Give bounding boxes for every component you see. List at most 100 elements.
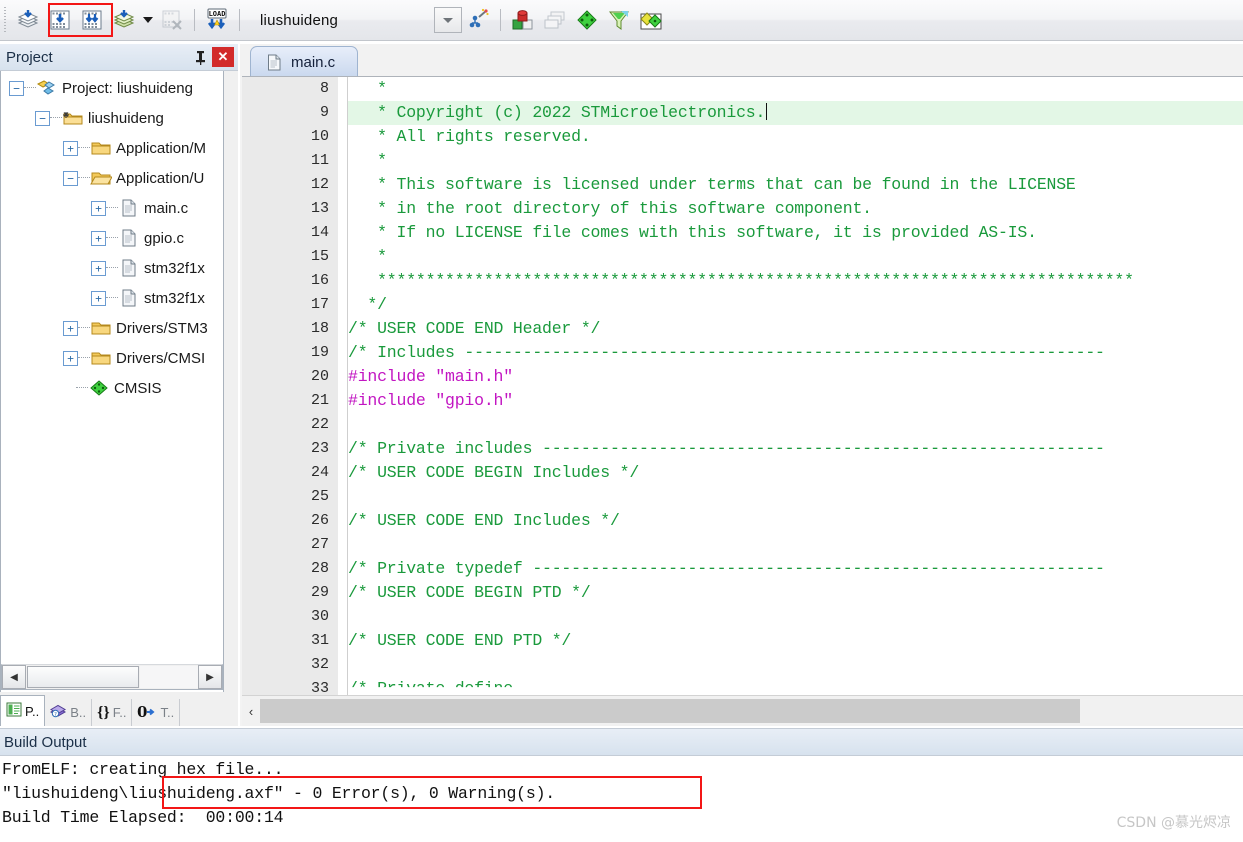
scroll-thumb[interactable] bbox=[260, 699, 1080, 723]
code-line: /* USER CODE BEGIN Includes */ bbox=[348, 463, 640, 482]
expander-icon[interactable]: + bbox=[63, 140, 78, 156]
pack-installer-icon[interactable] bbox=[636, 5, 666, 35]
line-number-gutter: 8 9 10 11 12 13 14 15 16 17 18 19 20 21 … bbox=[242, 77, 339, 697]
line-number: 23 bbox=[310, 440, 329, 457]
line-number: 29 bbox=[310, 584, 329, 601]
expander-icon[interactable]: + bbox=[91, 290, 106, 306]
tree-item-group[interactable]: + Application/M bbox=[1, 133, 223, 163]
code-line: /* USER CODE END PTD */ bbox=[348, 631, 572, 650]
line-number: 20 bbox=[310, 368, 329, 385]
tree-item-file-stm32f1xx-1[interactable]: + stm32f1x bbox=[1, 253, 223, 283]
editor-tab-main-c[interactable]: main.c bbox=[250, 46, 359, 77]
expander-icon[interactable]: + bbox=[63, 350, 78, 366]
components-icon[interactable] bbox=[572, 5, 602, 35]
toolbar-separator bbox=[194, 9, 195, 31]
tab-books[interactable]: ? B.. bbox=[45, 699, 93, 726]
scroll-left-icon[interactable]: ◀ bbox=[2, 665, 26, 689]
code-text-area[interactable]: * * Copyright (c) 2022 STMicroelectronic… bbox=[348, 77, 1243, 695]
line-number: 30 bbox=[310, 608, 329, 625]
tree-connector bbox=[50, 117, 62, 119]
scroll-right-icon[interactable]: ▶ bbox=[198, 665, 222, 689]
code-line: */ bbox=[348, 295, 387, 314]
tab-label: T.. bbox=[160, 705, 175, 720]
build-icon[interactable] bbox=[45, 5, 75, 35]
tab-templates[interactable]: 0 T.. bbox=[132, 699, 181, 726]
line-number: 19 bbox=[310, 344, 329, 361]
code-line: * bbox=[348, 247, 387, 266]
pin-icon[interactable] bbox=[190, 47, 210, 67]
manage-runtime-icon[interactable] bbox=[508, 5, 538, 35]
rebuild-icon[interactable] bbox=[77, 5, 107, 35]
line-number: 10 bbox=[310, 128, 329, 145]
expander-icon[interactable]: + bbox=[63, 320, 78, 336]
target-select-dropdown[interactable] bbox=[434, 7, 462, 33]
tree-label: liushuideng bbox=[88, 109, 164, 127]
tree-connector bbox=[76, 387, 88, 389]
stop-build-icon[interactable] bbox=[157, 5, 187, 35]
expander-icon[interactable]: + bbox=[91, 260, 106, 276]
tree-label: main.c bbox=[144, 199, 189, 217]
books-tab-icon: ? bbox=[50, 704, 67, 722]
translate-icon[interactable] bbox=[13, 5, 43, 35]
scroll-thumb[interactable] bbox=[27, 666, 139, 688]
code-line-text: * Copyright (c) 2022 STMicroelectronics. bbox=[348, 103, 766, 122]
expander-icon[interactable]: − bbox=[63, 170, 78, 186]
tree-connector bbox=[106, 237, 118, 239]
line-number: 28 bbox=[310, 560, 329, 577]
line-number: 18 bbox=[310, 320, 329, 337]
tree-item-group-drivers-cmsis[interactable]: + Drivers/CMSI bbox=[1, 343, 223, 373]
code-line: * This software is licensed under terms … bbox=[348, 175, 1076, 194]
project-tree[interactable]: − Project: liushuideng − liushuideng + A… bbox=[0, 71, 224, 700]
build-result-highlight bbox=[162, 776, 702, 809]
batch-build-icon[interactable] bbox=[109, 5, 139, 35]
tree-item-cmsis[interactable]: CMSIS bbox=[1, 373, 223, 403]
editor-hscrollbar[interactable]: ‹ bbox=[242, 695, 1243, 726]
line-number: 26 bbox=[310, 512, 329, 529]
line-number: 31 bbox=[310, 632, 329, 649]
tree-connector bbox=[78, 357, 90, 359]
tree-connector bbox=[78, 177, 90, 179]
tab-project[interactable]: P.. bbox=[0, 695, 46, 726]
code-line: * bbox=[348, 79, 387, 98]
packs-icon[interactable] bbox=[604, 5, 634, 35]
project-panel-tabs: P.. ? B.. {} F.. 0 T.. bbox=[0, 692, 238, 726]
code-editor[interactable]: 8 9 10 11 12 13 14 15 16 17 18 19 20 21 … bbox=[242, 76, 1243, 727]
tree-item-target[interactable]: − liushuideng bbox=[1, 103, 223, 133]
tree-item-project[interactable]: − Project: liushuideng bbox=[1, 73, 223, 103]
tree-item-group-drivers-stm32[interactable]: + Drivers/STM3 bbox=[1, 313, 223, 343]
batch-build-dropdown-icon[interactable] bbox=[141, 5, 155, 35]
build-output-panel: Build Output FromELF: creating hex file.… bbox=[0, 728, 1243, 842]
functions-tab-icon: {} bbox=[97, 703, 110, 721]
scroll-left-icon[interactable]: ‹ bbox=[242, 697, 260, 725]
target-options-icon[interactable] bbox=[463, 5, 493, 35]
scroll-track[interactable] bbox=[140, 666, 198, 688]
fold-margin bbox=[338, 77, 348, 695]
c-file-icon bbox=[118, 289, 140, 307]
expander-icon[interactable]: + bbox=[91, 230, 106, 246]
code-line: /* USER CODE BEGIN PTD */ bbox=[348, 583, 591, 602]
tree-item-file-main-c[interactable]: + main.c bbox=[1, 193, 223, 223]
close-icon[interactable]: ✕ bbox=[212, 47, 234, 67]
build-output-body[interactable]: FromELF: creating hex file... "liushuide… bbox=[0, 756, 1243, 842]
toolbar-grip[interactable] bbox=[2, 7, 10, 33]
multiproject-icon[interactable] bbox=[540, 5, 570, 35]
watermark-text: CSDN @慕光烬凉 bbox=[1116, 815, 1231, 831]
code-line: * in the root directory of this software… bbox=[348, 199, 872, 218]
tree-item-file-stm32f1xx-2[interactable]: + stm32f1x bbox=[1, 283, 223, 313]
code-line: #include "main.h" bbox=[348, 367, 513, 386]
download-icon[interactable]: LOAD bbox=[202, 5, 232, 35]
line-number: 14 bbox=[310, 224, 329, 241]
tree-item-group[interactable]: − Application/U bbox=[1, 163, 223, 193]
expander-icon[interactable]: − bbox=[35, 110, 50, 126]
expander-icon[interactable]: − bbox=[9, 80, 24, 96]
tab-functions[interactable]: {} F.. bbox=[92, 699, 133, 726]
project-tree-hscrollbar[interactable]: ◀ ▶ bbox=[1, 664, 223, 690]
tab-label: B.. bbox=[70, 705, 87, 720]
project-tab-icon bbox=[6, 702, 22, 720]
svg-text:0: 0 bbox=[137, 704, 147, 719]
project-panel-titlebar: Project ✕ bbox=[0, 44, 238, 71]
tree-item-file-gpio-c[interactable]: + gpio.c bbox=[1, 223, 223, 253]
target-folder-icon bbox=[62, 109, 84, 127]
tree-connector bbox=[78, 327, 90, 329]
expander-icon[interactable]: + bbox=[91, 200, 106, 216]
